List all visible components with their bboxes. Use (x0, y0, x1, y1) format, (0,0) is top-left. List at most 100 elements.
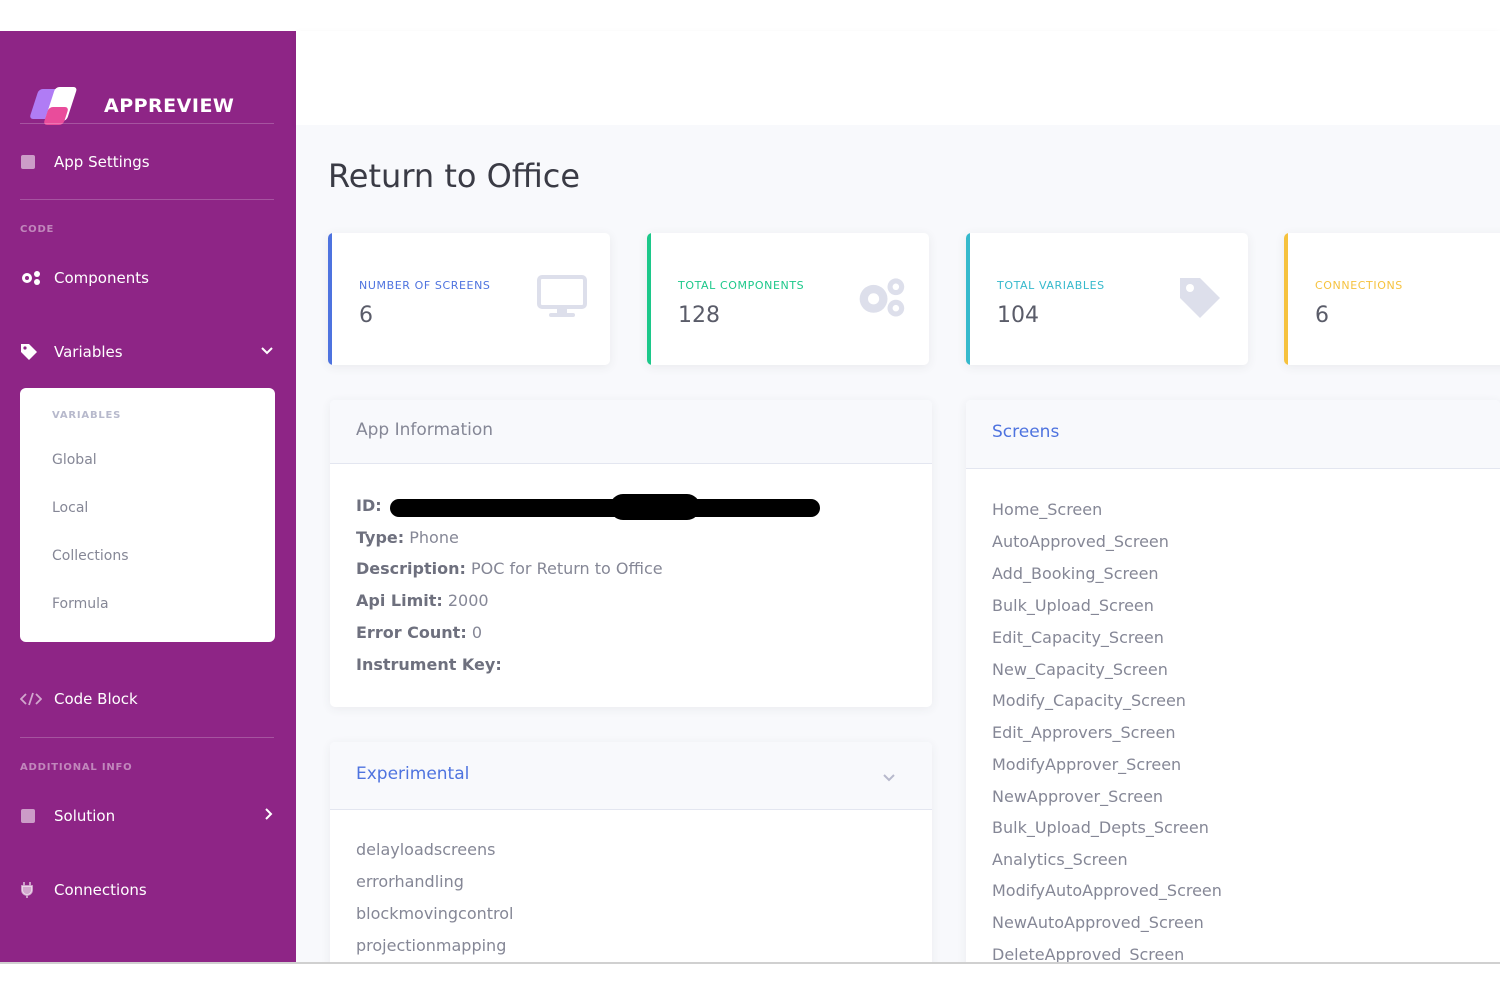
list-item: DeleteApproved_Screen (992, 945, 1185, 962)
app-error-count-row: Error Count: 0 (356, 623, 482, 642)
panel-header: Screens (966, 400, 1500, 469)
list-item: New_Capacity_Screen (992, 660, 1168, 679)
sidebar-item-label: App Settings (54, 153, 150, 171)
list-item: Bulk_Upload_Depts_Screen (992, 818, 1209, 837)
panel-title: Experimental (356, 764, 470, 784)
list-item: projectionmapping (356, 936, 507, 955)
sidebar-item-solution[interactable]: Solution (20, 802, 274, 830)
app-type-value: Phone (409, 528, 459, 547)
screens-panel: Screens Home_Screen AutoApproved_Screen … (966, 400, 1500, 962)
sidebar-divider (20, 123, 274, 124)
sidebar-divider (20, 199, 274, 200)
stat-label: NUMBER OF SCREENS (359, 279, 491, 292)
tag-icon (20, 343, 44, 361)
redacted-id-mark (390, 499, 820, 517)
app-id-label: ID: (356, 496, 382, 515)
chevron-down-icon (260, 344, 274, 360)
list-item: blockmovingcontrol (356, 904, 514, 923)
chevron-down-icon (882, 768, 896, 787)
page-title: Return to Office (328, 157, 581, 195)
submenu-item-collections[interactable]: Collections (52, 548, 129, 564)
panel-title: App Information (356, 420, 494, 440)
tag-icon (1174, 273, 1226, 321)
table-icon (20, 808, 44, 824)
stat-value: 128 (678, 303, 720, 328)
submenu-item-formula[interactable]: Formula (52, 596, 109, 612)
app-instrument-key-row: Instrument Key: (356, 655, 502, 674)
sidebar-item-variables[interactable]: Variables (20, 338, 274, 366)
stat-value: 6 (1315, 303, 1329, 328)
stat-card-screens: NUMBER OF SCREENS 6 (328, 233, 610, 365)
sidebar-item-connections[interactable]: Connections (20, 876, 274, 904)
settings-square-icon (20, 154, 44, 170)
list-item: Home_Screen (992, 500, 1103, 519)
stat-value: 6 (359, 303, 373, 328)
app-error-count-value: 0 (471, 623, 483, 642)
app-type-label: Type: (356, 528, 405, 547)
sidebar-item-code-block[interactable]: Code Block (20, 685, 274, 713)
submenu-item-global[interactable]: Global (52, 452, 97, 468)
panel-title: Screens (992, 422, 1060, 442)
sidebar-item-label: Variables (54, 343, 123, 361)
stat-label: CONNECTIONS (1315, 279, 1403, 292)
app-description-label: Description: (356, 559, 466, 578)
app-type-row: Type: Phone (356, 528, 459, 547)
card-accent-bar (647, 233, 651, 365)
sidebar-item-app-settings[interactable]: App Settings (20, 148, 274, 176)
card-accent-bar (1284, 233, 1288, 365)
stat-label: TOTAL COMPONENTS (678, 279, 805, 292)
list-item: NewApprover_Screen (992, 787, 1164, 806)
sidebar: APPREVIEW App Settings CODE Components V… (0, 31, 296, 962)
app-description-value: POC for Return to Office (470, 559, 663, 578)
list-item: delayloadscreens (356, 840, 496, 859)
app-api-limit-row: Api Limit: 2000 (356, 591, 489, 610)
app-api-limit-label: Api Limit: (356, 591, 443, 610)
list-item: errorhandling (356, 872, 464, 891)
submenu-heading: VARIABLES (52, 410, 122, 421)
plug-icon (20, 881, 44, 899)
experimental-panel: Experimental delayloadscreens errorhandl… (330, 742, 932, 962)
sidebar-item-label: Components (54, 269, 149, 287)
sidebar-item-components[interactable]: Components (20, 264, 274, 292)
list-item: ModifyApprover_Screen (992, 755, 1182, 774)
sidebar-item-label: Connections (54, 881, 147, 899)
submenu-item-local[interactable]: Local (52, 500, 88, 516)
list-item: AutoApproved_Screen (992, 532, 1169, 551)
stat-card-connections: CONNECTIONS 6 (1284, 233, 1500, 365)
stat-label: TOTAL VARIABLES (997, 279, 1105, 292)
list-item: ModifyAutoApproved_Screen (992, 881, 1222, 900)
app-information-panel: App Information ID: Type: Phone Descript… (330, 400, 932, 707)
stat-card-components: TOTAL COMPONENTS 128 (647, 233, 929, 365)
card-accent-bar (328, 233, 332, 365)
list-item: Analytics_Screen (992, 850, 1128, 869)
window-bottom-edge (0, 962, 1500, 1002)
panel-header-toggle[interactable]: Experimental (330, 742, 932, 810)
sidebar-item-label: Solution (54, 807, 116, 825)
gears-icon (855, 273, 907, 321)
gears-icon (20, 270, 44, 286)
topbar (296, 31, 1500, 125)
list-item: Bulk_Upload_Screen (992, 596, 1154, 615)
app-id-row: ID: (356, 496, 382, 515)
list-item: Edit_Approvers_Screen (992, 723, 1176, 742)
stat-card-variables: TOTAL VARIABLES 104 (966, 233, 1248, 365)
stat-value: 104 (997, 303, 1039, 328)
list-item: NewAutoApproved_Screen (992, 913, 1204, 932)
sidebar-item-label: Code Block (54, 690, 138, 708)
app-error-count-label: Error Count: (356, 623, 467, 642)
card-accent-bar (966, 233, 970, 365)
chevron-right-icon (264, 807, 274, 825)
list-item: Edit_Capacity_Screen (992, 628, 1164, 647)
brand-name: APPREVIEW (104, 95, 235, 117)
app-api-limit-value: 2000 (447, 591, 489, 610)
main-content: Return to Office NUMBER OF SCREENS 6 TOT… (296, 125, 1500, 962)
app-instrument-key-label: Instrument Key: (356, 655, 502, 674)
sidebar-heading-additional-info: ADDITIONAL INFO (20, 762, 133, 773)
desktop-icon (536, 273, 588, 321)
redacted-id-mark (610, 494, 700, 520)
code-icon (20, 692, 44, 706)
variables-submenu: VARIABLES Global Local Collections Formu… (20, 388, 275, 642)
app-description-row: Description: POC for Return to Office (356, 559, 663, 578)
list-item: Modify_Capacity_Screen (992, 691, 1186, 710)
list-item: Add_Booking_Screen (992, 564, 1159, 583)
